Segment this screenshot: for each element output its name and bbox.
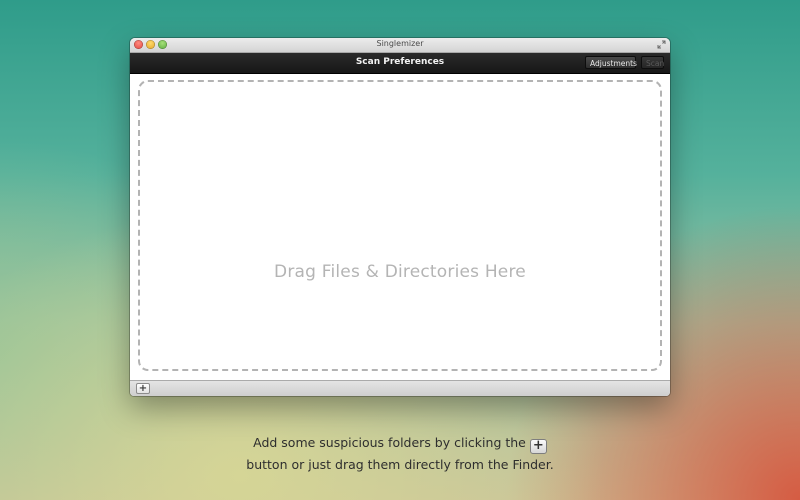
adjustments-button[interactable]: Adjustments — [585, 56, 637, 69]
window-title: Singlemizer — [376, 39, 424, 48]
app-window: Singlemizer Scan Preferences Adjustments… — [130, 38, 670, 396]
scan-button[interactable]: Scan — [641, 56, 664, 69]
caption-text-1: Add some suspicious folders by clicking … — [253, 435, 526, 450]
caption-line-2: button or just drag them directly from t… — [246, 457, 554, 472]
bottom-bar: + — [130, 380, 670, 396]
caption-line-1: Add some suspicious folders by clicking … — [0, 432, 800, 454]
drop-zone-label: Drag Files & Directories Here — [274, 262, 526, 282]
caption: Add some suspicious folders by clicking … — [0, 432, 800, 475]
fullscreen-icon[interactable] — [657, 40, 666, 49]
plus-icon: + — [529, 439, 547, 454]
add-button[interactable]: + — [136, 383, 150, 394]
drop-zone[interactable]: Drag Files & Directories Here — [138, 80, 662, 371]
main-content: Drag Files & Directories Here — [130, 74, 670, 380]
title-bar[interactable]: Singlemizer — [130, 38, 670, 53]
toolbar: Scan Preferences Adjustments Scan — [130, 53, 670, 74]
